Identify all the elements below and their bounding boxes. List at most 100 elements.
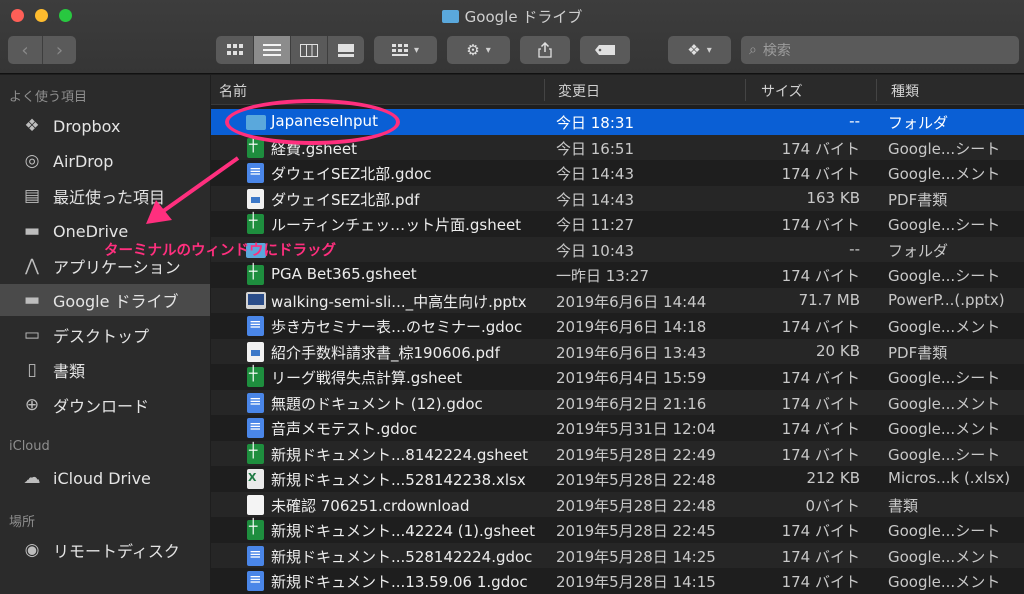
file-date: 一昨日 13:27 bbox=[556, 267, 649, 285]
file-date: 2019年5月28日 14:15 bbox=[556, 573, 716, 591]
list-view-button[interactable] bbox=[253, 36, 290, 64]
table-row[interactable]: 無題のドキュメント (12).gdoc 2019年6月2日 21:16 174 バイ… bbox=[211, 389, 1024, 415]
icon-view-button[interactable] bbox=[216, 36, 253, 64]
file-name: ダウェイSEZ北部.pdf bbox=[271, 190, 420, 209]
group-by-button[interactable]: ▾ bbox=[374, 36, 437, 64]
pptx-file-icon bbox=[246, 291, 266, 309]
sidebar-item-label: Dropbox bbox=[53, 116, 121, 136]
column-header-date[interactable]: 変更日 bbox=[558, 81, 600, 101]
file-name: ダウェイSEZ北部.gdoc bbox=[271, 165, 432, 183]
file-size: 174 バイト bbox=[781, 394, 860, 413]
search-input[interactable]: ⌕ 検索 bbox=[741, 36, 1019, 64]
sidebar-item-google-drive[interactable]: ▬ Google ドライブ bbox=[0, 284, 210, 316]
sidebar-item-desktop[interactable]: ▭ デスクトップ bbox=[0, 319, 210, 351]
table-row[interactable]: 新規ドキュメント...42224 (1).gsheet 2019年5月28日 22… bbox=[211, 517, 1024, 543]
file-size: 71.7 MB bbox=[798, 290, 860, 309]
file-date: 今日 18:31 bbox=[556, 114, 634, 132]
file-date: 今日 14:43 bbox=[556, 190, 634, 209]
file-size: 174 バイト bbox=[781, 445, 860, 464]
file-date: 2019年5月28日 14:25 bbox=[556, 547, 716, 566]
file-size: 174 バイト bbox=[781, 522, 860, 540]
table-row[interactable]: 新規ドキュメント...528142224.gdoc 2019年5月28日 14:2… bbox=[211, 542, 1024, 568]
downloads-icon: ⊕ bbox=[24, 395, 40, 415]
column-header-kind[interactable]: 種類 bbox=[891, 81, 919, 101]
sidebar-item-downloads[interactable]: ⊕ ダウンロード bbox=[0, 389, 210, 421]
dropbox-icon: ❖ bbox=[687, 41, 701, 59]
desktop-icon: ▭ bbox=[23, 325, 41, 345]
file-kind: Google...メント bbox=[888, 165, 1001, 183]
sidebar-item-dropbox[interactable]: ❖ Dropbox bbox=[0, 110, 210, 142]
back-button[interactable]: ‹ bbox=[8, 36, 42, 64]
table-row[interactable]: ダウェイSEZ北部.pdf 今日 14:43 163 KB PDF書類 bbox=[211, 185, 1024, 211]
table-row[interactable]: 新規ドキュメント...8142224.gsheet 2019年5月28日 22:4… bbox=[211, 440, 1024, 466]
sidebar-item-label: AirDrop bbox=[53, 151, 114, 171]
file-kind: PowerP...(.pptx) bbox=[888, 290, 1005, 309]
file-kind: Google...メント bbox=[888, 547, 1001, 566]
column-header-size[interactable]: サイズ bbox=[761, 81, 803, 101]
file-kind: PDF書類 bbox=[888, 343, 948, 362]
doc-file-icon bbox=[247, 315, 264, 336]
table-row[interactable]: 新規ドキュメント...528142238.xlsx 2019年5月28日 22:4… bbox=[211, 466, 1024, 492]
sheet-file-icon bbox=[247, 366, 264, 387]
chevron-down-icon: ▾ bbox=[413, 44, 420, 56]
table-row[interactable]: 紹介手数料請求書_棕190606.pdf 2019年6月6日 13:43 20 KB… bbox=[211, 338, 1024, 364]
file-kind: Google...シート bbox=[888, 522, 1001, 540]
blank-file-icon bbox=[247, 494, 264, 515]
grid-icon bbox=[391, 44, 408, 56]
doc-file-icon bbox=[247, 392, 264, 413]
column-view-button[interactable] bbox=[290, 36, 327, 64]
sidebar-header-favorites: よく使う項目 bbox=[9, 90, 88, 105]
file-date: 2019年5月28日 22:49 bbox=[556, 445, 716, 464]
sidebar-item-icloud-drive[interactable]: ☁ iCloud Drive bbox=[0, 462, 210, 494]
forward-button[interactable]: › bbox=[42, 36, 76, 64]
airdrop-icon: ◎ bbox=[24, 151, 40, 171]
file-size: 174 バイト bbox=[781, 267, 860, 285]
table-row[interactable]: リーグ戦得失点計算.gsheet 2019年6月4日 15:59 174 バイト Go… bbox=[211, 364, 1024, 390]
column-divider[interactable] bbox=[745, 79, 746, 101]
column-header-name[interactable]: 名前 bbox=[219, 81, 247, 101]
sidebar-item-label: ダウンロード bbox=[53, 397, 150, 416]
file-name: 新規ドキュメント...42224 (1).gsheet bbox=[271, 522, 535, 540]
column-divider[interactable] bbox=[876, 79, 877, 101]
file-size: 174 バイト bbox=[781, 420, 860, 438]
column-divider[interactable] bbox=[544, 79, 545, 101]
doc-file-icon bbox=[247, 545, 264, 566]
file-size: 174 バイト bbox=[781, 573, 860, 591]
doc-file-icon bbox=[247, 417, 264, 438]
search-icon: ⌕ bbox=[749, 42, 757, 58]
tag-button[interactable] bbox=[580, 36, 630, 64]
annotation-arrow-icon bbox=[146, 156, 240, 224]
table-row[interactable]: 未確認 706251.crdownload 2019年5月28日 22:48 0バイ… bbox=[211, 491, 1024, 517]
sidebar-item-documents[interactable]: ▯ 書類 bbox=[0, 354, 210, 386]
table-row[interactable]: 歩き方セミナー表…のセミナー.gdoc 2019年6月6日 14:18 174 バイ… bbox=[211, 313, 1024, 339]
chevron-down-icon: ▾ bbox=[706, 44, 712, 56]
recents-icon: ▤ bbox=[23, 186, 41, 206]
share-icon bbox=[538, 42, 552, 58]
table-row[interactable]: ダウェイSEZ北部.gdoc 今日 14:43 174 バイト Google...メン… bbox=[211, 160, 1024, 186]
file-size: 174 バイト bbox=[781, 165, 860, 183]
file-kind: Google...シート bbox=[888, 445, 1001, 464]
file-kind: Micros...k (.xlsx) bbox=[888, 469, 1011, 487]
gallery-view-button[interactable] bbox=[327, 36, 364, 64]
file-kind: Google...メント bbox=[888, 573, 1001, 591]
chevron-right-icon: › bbox=[55, 39, 64, 61]
table-row[interactable]: walking-semi-sli..._中高生向け.pptx 2019年6月6日 … bbox=[211, 287, 1024, 313]
table-row[interactable]: ルーティンチェッ…ット片面.gsheet 今日 11:27 174 バイト Googl… bbox=[211, 211, 1024, 237]
file-size: 163 KB bbox=[806, 188, 860, 207]
file-size: 174 バイト bbox=[781, 547, 860, 566]
sidebar-item-remote-disc[interactable]: ◉ リモートディスク bbox=[0, 534, 210, 566]
xlsx-file-icon bbox=[247, 469, 264, 489]
share-button[interactable] bbox=[520, 36, 570, 64]
table-row[interactable]: PGA Bet365.gsheet 一昨日 13:27 174 バイト Google.… bbox=[211, 262, 1024, 288]
folder-icon bbox=[441, 10, 459, 23]
table-row[interactable]: 新規ドキュメント...13.59.06 1.gdoc 2019年5月28日 14:… bbox=[211, 568, 1024, 594]
dropbox-button[interactable]: ❖ ▾ bbox=[668, 36, 731, 64]
cloud-icon: ☁ bbox=[23, 468, 41, 488]
file-size: -- bbox=[849, 112, 860, 130]
action-button[interactable]: ⚙ ▾ bbox=[447, 36, 510, 64]
file-date: 2019年6月2日 21:16 bbox=[556, 394, 707, 413]
table-row[interactable]: 音声メモテスト.gdoc 2019年5月31日 12:04 174 バイト Googl… bbox=[211, 415, 1024, 441]
file-date: 2019年5月28日 22:48 bbox=[556, 471, 716, 489]
file-size: 20 KB bbox=[816, 341, 860, 360]
file-kind: Google...メント bbox=[888, 318, 1001, 336]
